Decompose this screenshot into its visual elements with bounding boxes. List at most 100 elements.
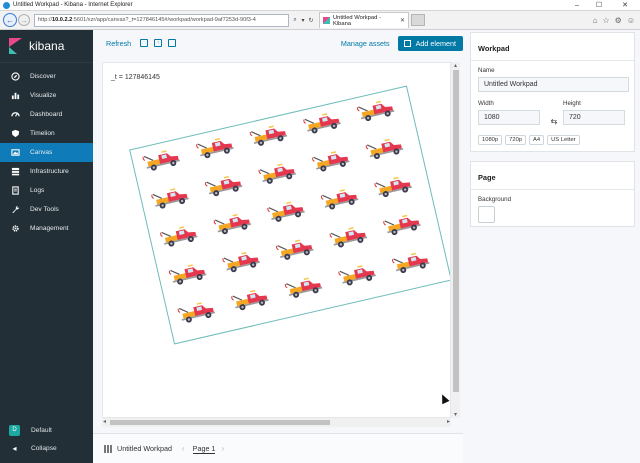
sidebar-item-logs[interactable]: Logs: [0, 181, 93, 200]
width-input[interactable]: 1080: [478, 110, 540, 125]
kibana-sidebar: kibana Discover Visualize Dashboard Time…: [0, 30, 93, 463]
swap-dimensions-icon[interactable]: ⇆: [547, 117, 561, 126]
tow-truck-image: [374, 176, 412, 198]
tow-truck-image: [213, 213, 252, 235]
next-page-icon[interactable]: ›: [221, 444, 224, 453]
sidebar-item-canvas[interactable]: Canvas: [0, 143, 93, 162]
smiley-icon[interactable]: ☺: [627, 16, 635, 25]
tow-truck-image: [222, 251, 260, 273]
workpad-toolbar: Refresh ↑ Manage assets Add element: [93, 30, 463, 56]
background-label: Background: [478, 196, 512, 203]
sidebar-item-label: Management: [30, 225, 69, 232]
bar-chart-icon: [10, 91, 20, 100]
sidebar-item-management[interactable]: Management: [0, 219, 93, 238]
kibana-favicon-icon: [323, 17, 330, 24]
tow-truck-image: [151, 188, 189, 209]
refresh-button[interactable]: Refresh: [106, 39, 131, 48]
workpad-settings-panel: Workpad Name Untitled Workpad Width 1080…: [470, 32, 635, 152]
tab-close-icon[interactable]: ✕: [400, 17, 405, 24]
back-button[interactable]: ←: [3, 13, 17, 27]
width-label: Width: [478, 100, 494, 107]
new-tab-button[interactable]: [411, 14, 425, 26]
manage-assets-button[interactable]: Manage assets: [341, 39, 390, 48]
sidebar-bottom: D Default ◂ Collapse: [0, 421, 93, 463]
share-icon[interactable]: ↑: [154, 39, 163, 47]
sidebar-nav: Discover Visualize Dashboard Timelion Ca…: [0, 67, 93, 238]
vertical-scroll-thumb[interactable]: [453, 70, 459, 392]
tow-truck-image: [196, 137, 234, 159]
space-selector[interactable]: D Default: [0, 421, 93, 439]
tow-truck-image: [320, 189, 359, 210]
browser-tab[interactable]: Untitled Workpad - Kibana ✕: [319, 12, 409, 28]
preset-720p-button[interactable]: 720p: [505, 135, 527, 145]
canvas-icon: [10, 148, 20, 157]
name-label: Name: [478, 67, 495, 74]
sidebar-item-discover[interactable]: Discover: [0, 67, 93, 86]
forward-button[interactable]: →: [18, 14, 30, 26]
preset-1080p-button[interactable]: 1080p: [478, 135, 503, 145]
settings-gear-icon[interactable]: ⚙: [615, 16, 622, 25]
kibana-logo[interactable]: kibana: [0, 30, 93, 63]
dropdown-icon[interactable]: ▾: [299, 15, 307, 26]
search-icon[interactable]: ⌕: [291, 15, 299, 26]
kibana-logo-text: kibana: [29, 39, 65, 53]
vertical-scrollbar[interactable]: ▴ ▾: [451, 62, 460, 418]
scroll-right-arrow-icon[interactable]: ▸: [447, 418, 450, 425]
refresh-page-icon[interactable]: ↻: [307, 15, 315, 26]
tow-truck-image: [284, 277, 323, 298]
shield-icon: [10, 129, 20, 138]
canvas-variable-text: _t = 127846145: [111, 74, 160, 81]
fullscreen-icon[interactable]: [140, 39, 149, 47]
sidebar-item-label: Dashboard: [30, 111, 63, 118]
lock-icon[interactable]: [168, 39, 177, 47]
collapse-button[interactable]: ◂ Collapse: [0, 439, 93, 457]
space-avatar: D: [9, 424, 20, 436]
tab-title: Untitled Workpad - Kibana: [333, 14, 381, 27]
tow-truck-image: [249, 125, 288, 146]
preset-us-letter-button[interactable]: US Letter: [547, 135, 580, 145]
height-group: Height 720: [563, 100, 632, 126]
prev-page-icon[interactable]: ‹: [182, 444, 185, 453]
compass-icon: [10, 72, 20, 81]
page-footer: Untitled Workpad ‹ Page 1 ›: [93, 433, 463, 463]
favorites-star-icon[interactable]: ☆: [602, 16, 609, 25]
scroll-up-arrow-icon[interactable]: ▴: [451, 62, 460, 69]
sidebar-item-label: Logs: [30, 187, 45, 194]
address-bar[interactable]: http://10.0.2.2:5601/xzr/app/canvas?_t=1…: [34, 13, 289, 27]
grid-icon[interactable]: [104, 444, 112, 453]
workpad-canvas[interactable]: _t = 127846145: [102, 62, 451, 418]
back-arrow-icon: ←: [6, 15, 14, 25]
tow-truck-image: [168, 264, 207, 285]
sidebar-item-infrastructure[interactable]: Infrastructure: [0, 162, 93, 181]
height-label: Height: [563, 100, 581, 107]
width-group: Width 1080: [478, 100, 547, 126]
scroll-left-arrow-icon[interactable]: ◂: [103, 418, 106, 425]
background-color-swatch[interactable]: [478, 206, 495, 223]
wrench-icon: [10, 205, 20, 214]
maximize-button[interactable]: ☐: [588, 0, 610, 11]
preset-a4-button[interactable]: A4: [529, 135, 545, 145]
sidebar-item-visualize[interactable]: Visualize: [0, 86, 93, 105]
tow-truck-image: [312, 151, 350, 172]
sidebar-item-dev-tools[interactable]: Dev Tools: [0, 200, 93, 219]
tow-truck-image: [329, 227, 368, 248]
sidebar-item-dashboard[interactable]: Dashboard: [0, 105, 93, 124]
close-window-button[interactable]: ✕: [610, 0, 640, 11]
sidebar-item-timelion[interactable]: Timelion: [0, 124, 93, 143]
page-1-link[interactable]: Page 1: [192, 444, 216, 454]
horizontal-scroll-thumb[interactable]: [110, 420, 330, 425]
add-element-button[interactable]: Add element: [397, 35, 463, 51]
divider: [471, 60, 634, 61]
workpad-name-input[interactable]: Untitled Workpad: [478, 77, 629, 92]
gear-icon: [10, 224, 20, 233]
height-input[interactable]: 720: [563, 110, 625, 125]
horizontal-scrollbar[interactable]: ◂ ▸: [102, 418, 451, 427]
workpad-page-frame[interactable]: [129, 85, 450, 345]
scroll-down-arrow-icon[interactable]: ▾: [451, 411, 460, 418]
tow-truck-image: [231, 289, 269, 311]
minimize-button[interactable]: –: [566, 0, 588, 11]
window-title: Untitled Workpad - Kibana - Internet Exp…: [13, 2, 133, 8]
sidebar-item-label: Visualize: [30, 92, 57, 99]
home-icon[interactable]: ⌂: [593, 16, 598, 25]
ie-icon: [3, 1, 10, 9]
